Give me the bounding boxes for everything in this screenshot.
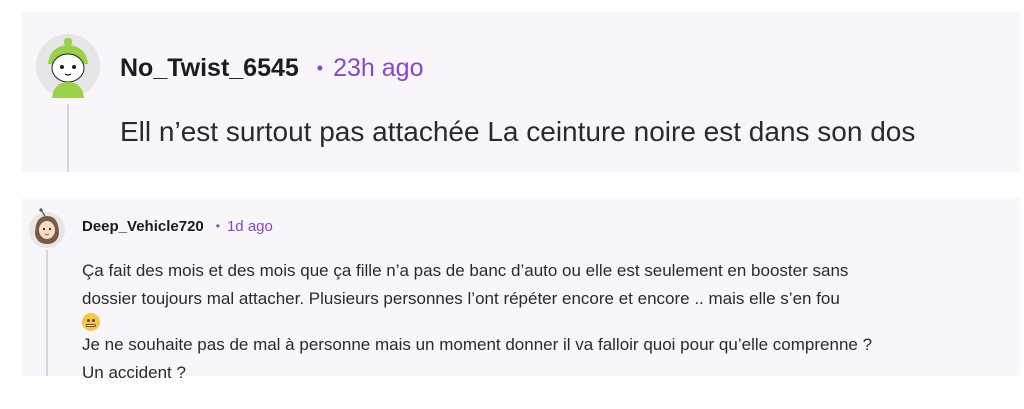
separator-dot: • [316,57,324,78]
username-link[interactable]: Deep_Vehicle720 [82,218,204,235]
timestamp[interactable]: 23h ago [333,54,423,83]
timestamp[interactable]: 1d ago [227,218,273,235]
comment-card: No_Twist_6545 • 23h ago Ell n’est surtou… [22,12,1020,172]
comment-line: Un accident ? [82,363,186,382]
username-link[interactable]: No_Twist_6545 [120,54,299,83]
comment-line: Je ne souhaite pas de mal à personne mai… [82,335,873,354]
thread-line[interactable] [67,104,69,172]
comment-header: No_Twist_6545 • 23h ago [120,50,423,86]
grimacing-face-emoji [82,313,100,331]
thread-line[interactable] [46,250,48,376]
comment-line: Ça fait des mois et des mois que ça fill… [82,261,849,280]
comment-text: Ell n’est surtout pas attachée La ceintu… [120,116,916,147]
comment-text: Ça fait des mois et des mois que ça fill… [82,257,1012,387]
user-avatar[interactable] [27,208,67,248]
comment-card: Deep_Vehicle720 • 1d ago Ça fait des moi… [22,198,1020,382]
separator-dot: • [215,219,220,233]
comment-header: Deep_Vehicle720 • 1d ago [82,214,273,238]
comment-line: dossier toujours mal attacher. Plusieurs… [82,285,1012,331]
user-avatar[interactable] [36,34,100,98]
